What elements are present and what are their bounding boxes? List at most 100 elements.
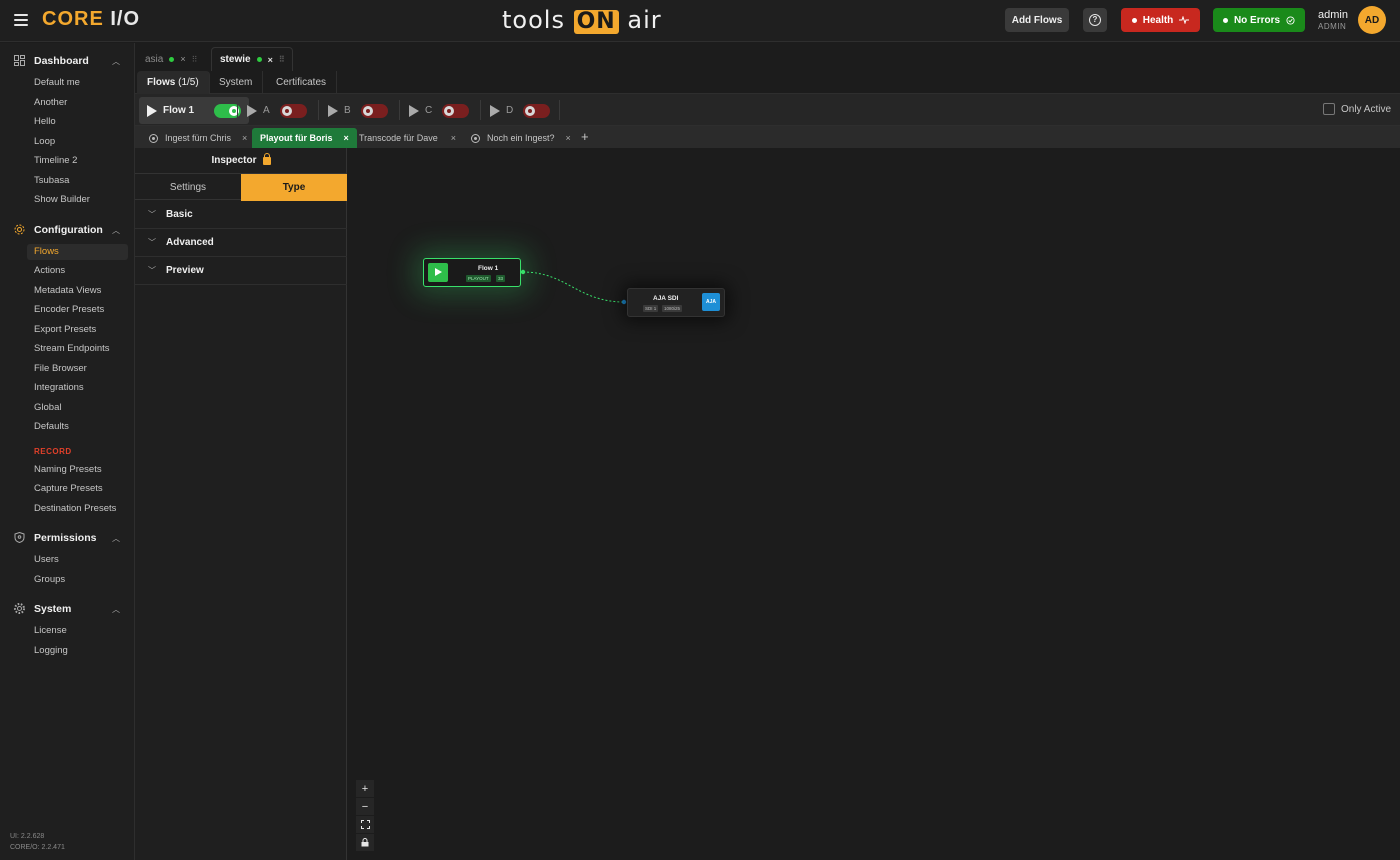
sidebar-header-permissions[interactable]: Permissions ︿ [0,528,135,548]
avatar[interactable]: AD [1358,6,1386,34]
sidebar-item-defaults[interactable]: Defaults [34,420,69,434]
close-icon[interactable]: × [180,54,185,64]
flow-canvas[interactable]: Flow 1 PLAYOUT 33 AJA SDI SDI 1 1080i25 … [347,148,1400,860]
drag-handle-icon[interactable]: ⠿ [279,55,285,64]
play-icon[interactable] [428,263,448,282]
sidebar-header-system[interactable]: System ︿ [0,599,135,619]
no-errors-button[interactable]: No Errors [1213,8,1305,32]
fit-view-button[interactable] [356,816,374,834]
chevron-up-icon[interactable]: ︿ [112,533,120,544]
record-section-label: RECORD [34,447,72,456]
health-button[interactable]: Health [1121,8,1200,32]
sidebar-header-dashboard[interactable]: Dashboard ︿ [0,51,135,71]
flow-node[interactable]: Flow 1 PLAYOUT 33 [423,258,521,287]
sidebar-item-loop[interactable]: Loop [34,135,55,149]
sidebar-item-file-browser[interactable]: File Browser [34,362,87,376]
close-icon[interactable]: × [344,133,349,143]
only-active-filter[interactable]: Only Active [1323,103,1391,115]
play-icon[interactable] [247,104,257,117]
tab-settings[interactable]: Settings [135,174,241,201]
lock-icon[interactable] [262,153,271,165]
zoom-in-button[interactable]: + [356,780,374,798]
node-chip: 1080i25 [662,305,683,312]
sidebar-item-default-me[interactable]: Default me [34,76,80,90]
input-port[interactable] [621,299,627,305]
sidebar-header-configuration[interactable]: Configuration ︿ [0,220,135,240]
sidebar-item-stream-endpoints[interactable]: Stream Endpoints [34,342,110,356]
play-icon[interactable] [328,104,338,117]
menu-icon[interactable] [14,14,28,26]
output-port[interactable] [520,269,526,275]
ingest-icon [149,133,158,143]
sidebar-item-export-presets[interactable]: Export Presets [34,323,96,337]
sidebar-item-users[interactable]: Users [34,553,59,567]
sidebar-item-integrations[interactable]: Integrations [34,381,84,395]
sidebar-item-actions[interactable]: Actions [34,264,65,278]
only-active-checkbox[interactable] [1323,103,1335,115]
add-tab-icon[interactable]: + [581,129,589,144]
close-icon[interactable]: × [268,55,273,65]
chevron-up-icon[interactable]: ︿ [112,56,120,67]
lock-view-button[interactable] [356,834,374,852]
flow-toggle[interactable] [523,103,551,118]
flow-chip-d[interactable]: D [482,97,558,124]
sidebar-item-groups[interactable]: Groups [34,573,65,587]
flow-chip-a[interactable]: A [239,97,315,124]
sidebar-item-destination-presets[interactable]: Destination Presets [34,502,116,516]
sidebar-item-timeline-2[interactable]: Timeline 2 [34,154,77,168]
pipeline-tab-transcode-dave[interactable]: Transcode für Dave × [351,128,464,148]
sidebar-item-hello[interactable]: Hello [34,115,56,129]
tab-flows[interactable]: Flows (1/5) [137,71,210,94]
accordion-advanced[interactable]: ﹀ Advanced [135,229,347,257]
logo-text-on: ON [573,10,619,34]
sidebar-item-license[interactable]: License [34,624,67,638]
sidebar-item-global[interactable]: Global [34,401,61,415]
play-icon[interactable] [490,104,500,117]
close-icon[interactable]: × [566,133,571,143]
sidebar-item-flows[interactable]: Flows [34,245,59,259]
aja-sdi-node[interactable]: AJA SDI SDI 1 1080i25 AJA [627,288,725,317]
flow-toggle[interactable] [442,103,470,118]
flow-toggle[interactable] [279,103,307,118]
flow-chip-flow-1[interactable]: Flow 1 [139,97,250,124]
sidebar-item-another[interactable]: Another [34,96,67,110]
server-tab-stewie[interactable]: stewie × ⠿ [211,47,293,71]
divider [318,100,319,120]
edge-flow-to-aja[interactable] [522,271,626,303]
play-icon[interactable] [147,104,157,117]
tab-system[interactable]: System [209,71,264,94]
status-dot-icon [1222,17,1228,23]
sidebar-item-metadata-views[interactable]: Metadata Views [34,284,101,298]
user-info[interactable]: admin ADMIN [1318,10,1348,32]
drag-handle-icon[interactable]: ⠿ [192,55,198,64]
tab-certificates[interactable]: Certificates [266,71,338,94]
pipeline-tab-noch-ein-ingest[interactable]: Noch ein Ingest? × [463,128,579,148]
pipeline-tab-playout-boris[interactable]: Playout für Boris × [252,128,357,148]
flow-chip-c[interactable]: C [401,97,477,124]
server-tab-asia[interactable]: asia × ⠿ [137,47,204,71]
pipeline-tab-ingest-chris[interactable]: Ingest fürn Chris × [141,128,255,148]
flow-toggle[interactable] [360,103,388,118]
close-icon[interactable]: × [242,133,247,143]
close-icon[interactable]: × [451,133,456,143]
accordion-basic[interactable]: ﹀ Basic [135,201,347,229]
help-button[interactable]: ? [1083,8,1107,32]
dashboard-icon [14,55,25,66]
zoom-out-button[interactable]: − [356,798,374,816]
chevron-up-icon[interactable]: ︿ [112,225,120,236]
add-flows-button[interactable]: Add Flows [1005,8,1069,32]
sidebar-item-naming-presets[interactable]: Naming Presets [34,463,102,477]
pipeline-tab-label: Transcode für Dave [359,133,438,143]
tab-type[interactable]: Type [241,174,347,201]
connection-edges [520,269,627,305]
sidebar-item-show-builder[interactable]: Show Builder [34,193,90,207]
sidebar-section-configuration: Configuration ︿ [0,220,135,240]
sidebar-item-logging[interactable]: Logging [34,644,68,658]
flow-chip-b[interactable]: B [320,97,396,124]
sidebar-item-capture-presets[interactable]: Capture Presets [34,482,103,496]
accordion-preview[interactable]: ﹀ Preview [135,257,347,285]
sidebar-item-encoder-presets[interactable]: Encoder Presets [34,303,104,317]
play-icon[interactable] [409,104,419,117]
sidebar-item-tsubasa[interactable]: Tsubasa [34,174,69,188]
chevron-up-icon[interactable]: ︿ [112,604,120,615]
